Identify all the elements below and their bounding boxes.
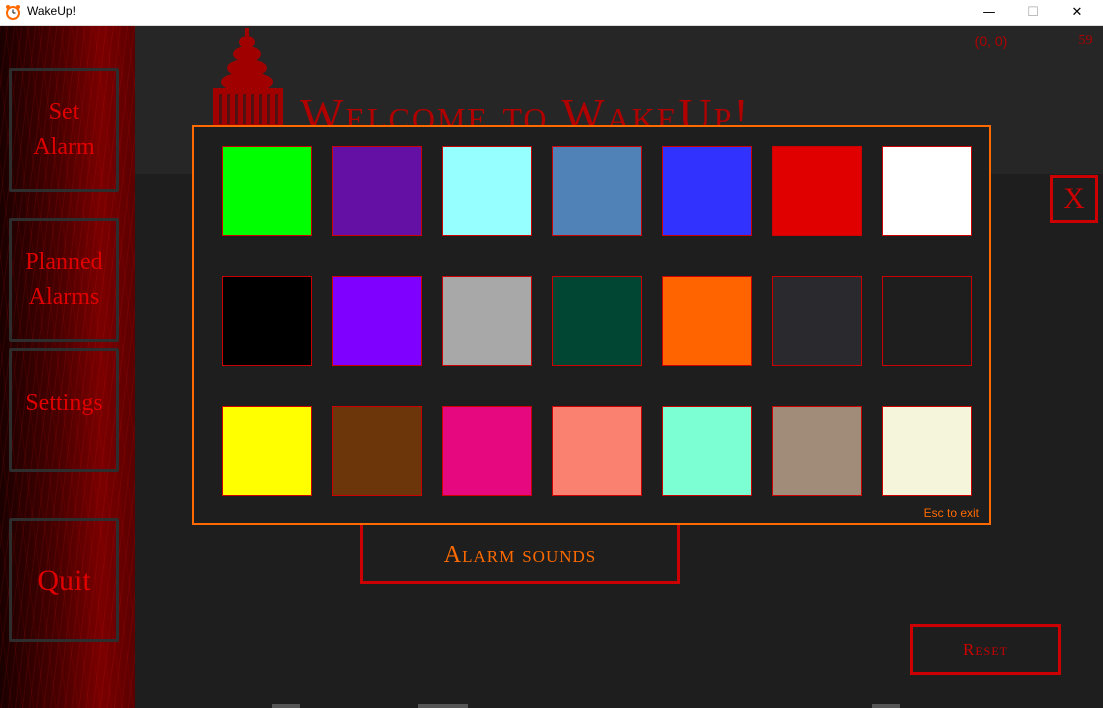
divider xyxy=(872,704,900,708)
reset-button[interactable]: Reset xyxy=(910,624,1061,675)
set-alarm-label-line1: Set xyxy=(48,99,80,125)
set-alarm-button[interactable]: Set Alarm xyxy=(9,68,119,192)
esc-hint: Esc to exit xyxy=(923,506,979,520)
color-swatch[interactable] xyxy=(332,146,422,236)
color-swatch[interactable] xyxy=(222,146,312,236)
planned-alarms-label-line2: Alarms xyxy=(28,284,100,310)
quit-button[interactable]: Quit xyxy=(9,518,119,642)
color-swatch[interactable] xyxy=(222,406,312,496)
planned-alarms-button[interactable]: Planned Alarms xyxy=(9,218,119,342)
color-picker-dialog: Esc to exit xyxy=(192,125,991,525)
counter-readout: 59 xyxy=(1071,26,1100,55)
color-swatch[interactable] xyxy=(552,276,642,366)
quit-label: Quit xyxy=(37,563,91,597)
divider xyxy=(418,704,468,708)
color-swatch[interactable] xyxy=(552,146,642,236)
color-swatch[interactable] xyxy=(772,276,862,366)
close-window-button[interactable]: ✕ xyxy=(1054,0,1100,25)
color-swatch[interactable] xyxy=(772,406,862,496)
settings-button[interactable]: Settings xyxy=(9,348,119,472)
tower-logo-icon xyxy=(213,28,283,128)
color-swatch[interactable] xyxy=(442,276,532,366)
color-swatch[interactable] xyxy=(442,406,532,496)
color-swatch[interactable] xyxy=(552,406,642,496)
color-swatch[interactable] xyxy=(222,276,312,366)
color-swatch[interactable] xyxy=(882,276,972,366)
window-title: WakeUp! xyxy=(27,4,76,18)
title-bar: WakeUp! — ☐ ✕ xyxy=(0,0,1103,26)
planned-alarms-label-line1: Planned xyxy=(25,249,103,275)
close-settings-button[interactable]: X xyxy=(1050,175,1098,223)
alarm-sounds-button[interactable]: Alarm sounds xyxy=(360,520,680,584)
color-swatch[interactable] xyxy=(662,276,752,366)
color-swatch[interactable] xyxy=(882,406,972,496)
color-swatch[interactable] xyxy=(442,146,532,236)
minimize-button[interactable]: — xyxy=(966,0,1012,25)
color-swatch[interactable] xyxy=(332,276,422,366)
color-swatch[interactable] xyxy=(772,146,862,236)
settings-label: Settings xyxy=(25,389,103,416)
color-swatch[interactable] xyxy=(662,406,752,496)
alarm-clock-icon xyxy=(6,5,20,20)
color-swatch[interactable] xyxy=(662,146,752,236)
coordinates-readout: (0, 0) xyxy=(941,26,1041,55)
set-alarm-label-line2: Alarm xyxy=(33,134,95,160)
color-swatch[interactable] xyxy=(882,146,972,236)
maximize-button[interactable]: ☐ xyxy=(1010,0,1056,25)
divider xyxy=(272,704,300,708)
color-swatch[interactable] xyxy=(332,406,422,496)
